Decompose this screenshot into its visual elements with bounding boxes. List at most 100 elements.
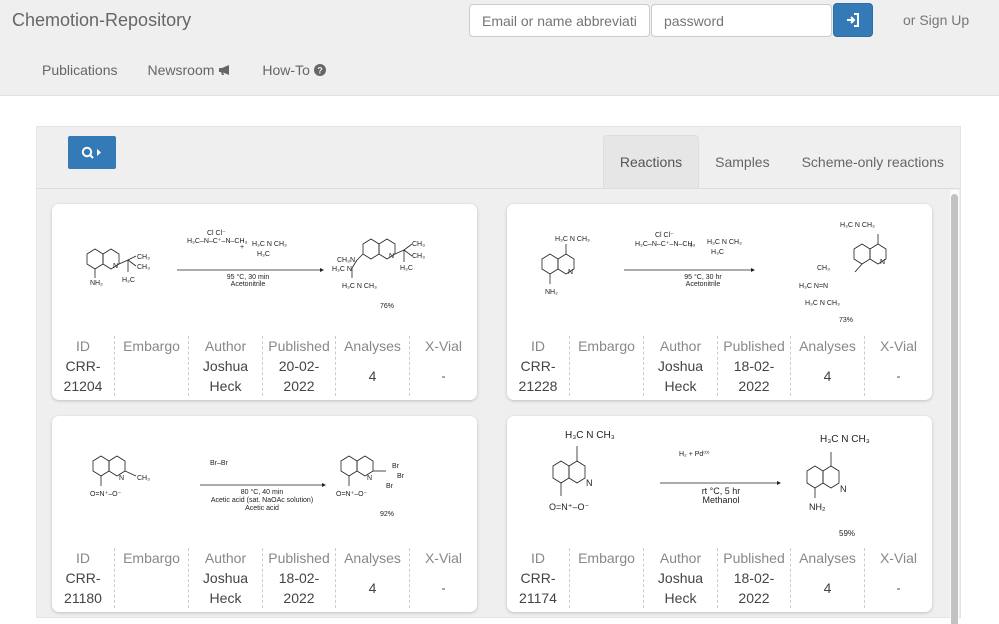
svg-text:N: N [113, 263, 118, 270]
reaction-meta: ID CRR- 21228 Embargo Author Joshua Heck Pub… [507, 332, 932, 396]
nav-how-to[interactable]: How-To ? [262, 62, 326, 78]
app-title[interactable]: Chemotion-Repository [12, 10, 191, 31]
nav-how-to-label: How-To [262, 62, 310, 78]
analyses-count: 4 [368, 580, 377, 596]
reaction-id-number[interactable]: 21228 [507, 376, 569, 396]
svg-text:H₃C: H₃C [711, 249, 724, 256]
reaction-scheme: H₃C N CH₃ N NH₂ H₃C–N–C⁺–N–CH₃ Cl Cl⁻ + H₃… [507, 204, 932, 332]
email-input[interactable] [469, 4, 650, 37]
tab-samples[interactable]: Samples [699, 135, 785, 188]
published-date: 18-02- [733, 570, 775, 586]
svg-text:H₃C–N–C⁺–N–CH₃: H₃C–N–C⁺–N–CH₃ [635, 241, 696, 248]
svg-text:N: N [880, 259, 885, 266]
col-embargo-header: Embargo [578, 550, 635, 566]
condition-line: 95 °C, 30 hr [684, 273, 722, 281]
author-last: Heck [209, 590, 242, 606]
reaction-card[interactable]: H₃C N CH₃ N O=N⁺–O⁻ H₂ + Pd⁽⁰⁾ rt °C, 5 … [507, 416, 932, 612]
xvial-value: - [896, 581, 901, 595]
author-last: Heck [664, 378, 697, 394]
col-published-header: Published [723, 338, 785, 354]
question-circle-icon: ? [313, 64, 326, 76]
col-published-header: Published [268, 338, 330, 354]
reaction-card[interactable]: NH₂ N CH₃ CH₃ H₃C H₃C–N–C⁺–N–CH₃ Cl Cl⁻ + H… [52, 204, 477, 400]
xvial-value: - [441, 369, 446, 383]
svg-text:H₃C: H₃C [122, 277, 135, 284]
svg-text:H₃C N CH₃: H₃C N CH₃ [555, 236, 590, 243]
reaction-id-number[interactable]: 21180 [52, 588, 114, 608]
reaction-card[interactable]: H₃C N CH₃ N NH₂ H₃C–N–C⁺–N–CH₃ Cl Cl⁻ + H₃… [507, 204, 932, 400]
search-toggle-button[interactable] [68, 136, 116, 169]
author-first: Joshua [657, 570, 704, 586]
svg-text:CH₃: CH₃ [137, 475, 150, 482]
condition-line: Methanol [702, 495, 739, 505]
condition-line: 80 °C, 40 min [241, 488, 284, 496]
nav-publications-label: Publications [42, 62, 118, 78]
svg-text:N: N [586, 478, 593, 488]
password-input[interactable] [651, 4, 832, 37]
nav-publications[interactable]: Publications [42, 62, 118, 78]
svg-text:H₃C N CH₃: H₃C N CH₃ [805, 300, 840, 307]
svg-text:+: + [689, 243, 693, 250]
sign-in-icon [847, 13, 859, 27]
sign-up-link[interactable]: or Sign Up [903, 12, 969, 28]
yield-label: 92% [380, 511, 394, 518]
main-nav: Publications Newsroom How-To ? [42, 62, 356, 78]
scrollbar-thumb[interactable] [951, 194, 958, 624]
svg-text:H₃C: H₃C [257, 251, 270, 258]
col-id-header: ID [76, 338, 90, 354]
tab-reactions[interactable]: Reactions [602, 135, 700, 188]
svg-text:NH₂: NH₂ [90, 280, 103, 287]
analyses-count: 4 [823, 368, 832, 384]
published-date: 18-02- [278, 570, 320, 586]
svg-text:N: N [367, 475, 372, 482]
scrollbar[interactable] [950, 190, 959, 624]
col-id-header: ID [531, 338, 545, 354]
svg-text:CH₃: CH₃ [817, 265, 830, 272]
reaction-id-number[interactable]: 21174 [507, 588, 569, 608]
author-first: Joshua [202, 358, 249, 374]
col-published-header: Published [723, 550, 785, 566]
login-button[interactable] [833, 3, 873, 37]
svg-text:Br–Br: Br–Br [210, 460, 229, 467]
starting-material [92, 455, 137, 486]
tab-scheme-only-reactions[interactable]: Scheme-only reactions [786, 135, 960, 188]
svg-text:N: N [568, 269, 573, 276]
reaction-id[interactable]: CRR- [52, 356, 114, 376]
svg-text:Br: Br [397, 473, 405, 480]
published-year: 2022 [738, 378, 770, 394]
svg-text:CH₃: CH₃ [337, 257, 350, 264]
analyses-count: 4 [823, 580, 832, 596]
search-icon [81, 146, 101, 159]
published-year: 2022 [283, 590, 315, 606]
reaction-scheme: N CH₃ O=N⁺–O⁻ Br–Br 80 °C, 40 min Acetic … [52, 416, 477, 544]
reaction-id[interactable]: CRR- [52, 568, 114, 588]
reaction-card[interactable]: N CH₃ O=N⁺–O⁻ Br–Br 80 °C, 40 min Acetic … [52, 416, 477, 612]
reaction-id[interactable]: CRR- [507, 356, 569, 376]
yield-label: 73% [839, 317, 853, 324]
svg-text:CH₃: CH₃ [412, 253, 425, 260]
nav-newsroom[interactable]: Newsroom [148, 62, 233, 78]
condition-line: Acetonitrile [686, 281, 721, 288]
col-author-header: Author [204, 338, 247, 354]
svg-text:CH₃: CH₃ [137, 254, 150, 261]
reaction-meta: ID CRR- 21204 Embargo Author Joshua Heck Pub… [52, 332, 477, 396]
reaction-scheme: H₃C N CH₃ N O=N⁺–O⁻ H₂ + Pd⁽⁰⁾ rt °C, 5 … [507, 416, 932, 544]
svg-text:H₃C N CH₃: H₃C N CH₃ [252, 241, 287, 248]
svg-text:N: N [389, 253, 394, 260]
col-xvial-header: X-Vial [424, 338, 463, 354]
published-date: 20-02- [278, 358, 320, 374]
svg-text:H₃C N CH₃: H₃C N CH₃ [707, 239, 742, 246]
reaction-id[interactable]: CRR- [507, 568, 569, 588]
col-analyses-header: Analyses [344, 338, 401, 354]
reactions-panel: Reactions Samples Scheme-only reactions … [36, 126, 961, 624]
svg-text:H₃C N CH₃: H₃C N CH₃ [820, 434, 870, 445]
reaction-scheme: NH₂ N CH₃ CH₃ H₃C H₃C–N–C⁺–N–CH₃ Cl Cl⁻ + H… [52, 204, 477, 332]
yield-label: 59% [839, 529, 855, 538]
svg-text:H₂ + Pd⁽⁰⁾: H₂ + Pd⁽⁰⁾ [679, 450, 710, 458]
reaction-id-number[interactable]: 21204 [52, 376, 114, 396]
col-id-header: ID [76, 550, 90, 566]
product [351, 238, 413, 278]
product [806, 452, 840, 498]
svg-text:Br: Br [386, 483, 394, 490]
col-xvial-header: X-Vial [879, 338, 918, 354]
